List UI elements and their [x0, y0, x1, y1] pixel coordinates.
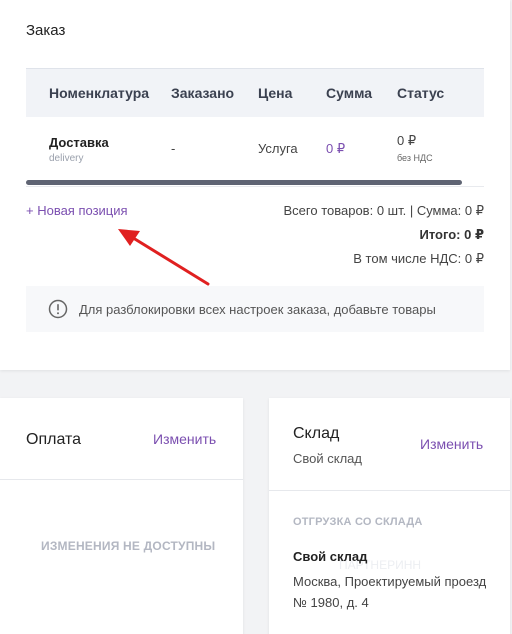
vat-total: В том числе НДС: 0 ₽: [353, 251, 484, 266]
notice-text: Для разблокировки всех настроек заказа, …: [79, 302, 436, 317]
info-icon: [48, 299, 68, 319]
divider: [26, 186, 484, 187]
payment-card: Оплата Изменить ИЗМЕНЕНИЯ НЕ ДОСТУПНЫ: [0, 398, 243, 634]
warehouse-name: Свой склад: [293, 549, 368, 564]
item-price: Услуга: [258, 141, 298, 156]
item-name: Доставка: [49, 135, 109, 150]
warehouse-address: Москва, Проектируемый проезд № 1980, д. …: [293, 574, 487, 610]
table-horizontal-scrollbar[interactable]: [26, 180, 462, 185]
item-sum[interactable]: 0 ₽: [326, 141, 345, 157]
divider: [269, 490, 510, 491]
item-status: 0 ₽: [397, 133, 417, 148]
item-ordered: -: [171, 141, 176, 156]
warehouse-subtitle: Свой склад: [293, 451, 362, 466]
unlock-notice: Для разблокировки всех настроек заказа, …: [26, 286, 484, 332]
order-title: Заказ: [26, 22, 66, 39]
payment-edit-link[interactable]: Изменить: [153, 431, 216, 447]
table-header: Номенклатура Заказано Цена Сумма Статус: [26, 68, 484, 117]
column-header-ordered: Заказано: [171, 85, 235, 101]
order-items-table: Номенклатура Заказано Цена Сумма Статус …: [26, 68, 484, 183]
item-status-note: без НДС: [397, 153, 433, 163]
warehouse-title: Склад: [293, 425, 340, 442]
table-row[interactable]: Доставка delivery - Услуга 0 ₽ 0 ₽ без Н…: [26, 117, 484, 183]
payment-title: Оплата: [26, 431, 82, 448]
column-header-status: Статус: [397, 85, 445, 101]
totals-summary: Всего товаров: 0 шт. | Сумма: 0 ₽: [283, 203, 485, 218]
order-total: Итого: 0 ₽: [419, 227, 485, 242]
shipment-section-label: ОТГРУЗКА СО СКЛАДА: [293, 516, 423, 528]
divider: [0, 479, 243, 480]
warehouse-edit-link[interactable]: Изменить: [420, 436, 483, 452]
column-header-price: Цена: [258, 85, 293, 101]
column-header-nomenclature: Номенклатура: [49, 85, 150, 101]
warehouse-card: Склад Свой склад Изменить ОТГРУЗКА СО СК…: [269, 398, 510, 634]
order-card: Заказ Номенклатура Заказано Цена Сумма С…: [0, 0, 510, 370]
annotation-arrow: [118, 229, 210, 286]
column-header-sum: Сумма: [326, 85, 373, 101]
changes-unavailable-label: ИЗМЕНЕНИЯ НЕ ДОСТУПНЫ: [41, 539, 216, 553]
new-position-link[interactable]: + Новая позиция: [26, 203, 128, 218]
item-code: delivery: [49, 153, 84, 164]
